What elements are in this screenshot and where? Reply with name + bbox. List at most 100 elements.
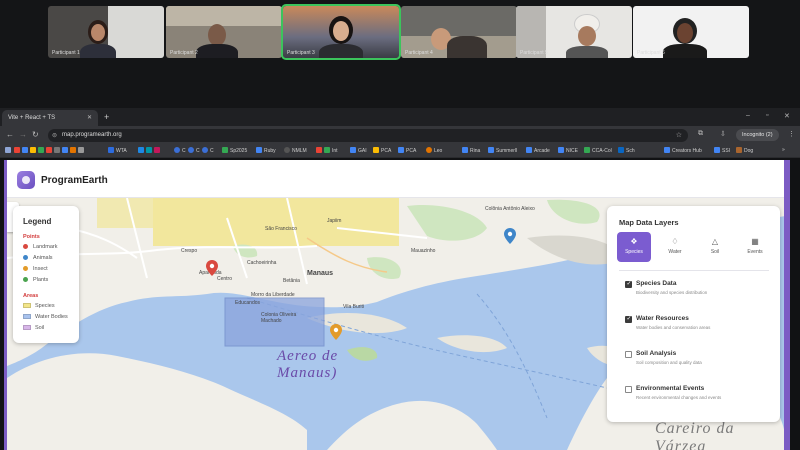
bookmark-icon-group[interactable] xyxy=(14,147,86,154)
tab-events[interactable]: ▦ Events xyxy=(738,232,772,262)
legend-item-species: Species xyxy=(23,303,55,309)
river-label: Aereo de Manaus) xyxy=(277,348,339,381)
soil-analysis-checkbox[interactable] xyxy=(625,351,632,358)
map-label: Vila Buriti xyxy=(343,304,365,310)
map-canvas[interactable]: Colônia Antônio Aleixo Centro Cachoeirin… xyxy=(7,198,784,450)
menu-icon[interactable]: ⋮ xyxy=(788,130,795,138)
layer-title: Water Resources xyxy=(636,315,689,322)
participant-name: Participant 6 xyxy=(637,50,665,56)
close-tab-icon[interactable]: ✕ xyxy=(87,114,92,121)
map-label-city: Manaus xyxy=(307,270,334,277)
layer-title: Species Data xyxy=(636,280,677,287)
water-resources-checkbox[interactable] xyxy=(625,315,632,323)
plants-dot-icon xyxy=(23,277,28,282)
map-label: Japiim xyxy=(327,218,342,224)
bookmark-sp2025[interactable]: Sp2025 xyxy=(222,147,247,154)
extensions-icon[interactable]: ⧉ xyxy=(698,130,703,138)
bookmark-wta[interactable]: WTA xyxy=(108,147,127,154)
bookmark-rina[interactable]: Rina xyxy=(462,147,480,154)
bookmark-cca-col[interactable]: CCA-Col xyxy=(584,147,612,154)
browser-toolbar: ← → ↻ ⊜ map.programearth.org ☆ ⧉ ⇩ Incog… xyxy=(0,126,800,144)
bookmark-star-icon[interactable]: ☆ xyxy=(676,131,682,139)
layer-row-soil-analysis[interactable]: Soil Analysis Soil composition and quali… xyxy=(625,350,775,370)
divider xyxy=(619,270,769,271)
map-label: Cachoeirinha xyxy=(247,260,277,266)
participant-tile[interactable]: Participant 1 xyxy=(48,6,164,58)
species-data-checkbox[interactable] xyxy=(625,280,632,288)
browser-tab-bar: Vite + React + TS ✕ + – ▫ ✕ xyxy=(0,108,800,126)
app-title: ProgramEarth xyxy=(41,175,108,186)
participant-name: Participant 1 xyxy=(52,50,80,56)
bookmark-arcade[interactable]: Arcade xyxy=(526,147,550,154)
participant-tile[interactable]: Participant 4 xyxy=(401,6,517,58)
apps-icon[interactable] xyxy=(5,147,11,153)
maximize-icon[interactable]: ▫ xyxy=(766,112,768,119)
incognito-badge[interactable]: Incognito (2) xyxy=(736,129,779,141)
layer-row-species-data[interactable]: Species Data Biodiversity and species di… xyxy=(625,280,775,300)
bookmark-pca[interactable]: PCA xyxy=(373,147,391,154)
insect-marker-icon[interactable] xyxy=(330,324,342,340)
animals-marker-icon[interactable] xyxy=(504,228,516,244)
tab-water[interactable]: ♢ Water xyxy=(658,232,692,262)
bookmark-c[interactable]: C xyxy=(174,147,186,154)
legend-item-water-bodies: Water Bodies xyxy=(23,314,68,320)
tab-title: Vite + React + TS xyxy=(8,115,56,121)
video-call-strip: Participant 1 Participant 2 Participant … xyxy=(0,0,800,108)
site-info-icon[interactable]: ⊜ xyxy=(52,132,57,139)
participant-tile[interactable]: Participant 5 xyxy=(516,6,632,58)
bookmark-ruby[interactable]: Ruby xyxy=(256,147,276,154)
minimize-icon[interactable]: – xyxy=(746,112,750,119)
more-bookmarks-icon[interactable]: » xyxy=(782,147,785,153)
tab-species[interactable]: ❖ Species xyxy=(617,232,651,262)
browser-tab[interactable]: Vite + React + TS ✕ xyxy=(2,110,98,126)
layer-description: Water bodies and conservation areas xyxy=(636,325,711,330)
layer-row-water-resources[interactable]: Water Resources Water bodies and conserv… xyxy=(625,315,775,335)
bookmark-int[interactable]: Int xyxy=(316,147,338,154)
environmental-events-checkbox[interactable] xyxy=(625,386,632,393)
forward-icon[interactable]: → xyxy=(19,130,27,139)
legend-item-plants: Plants xyxy=(23,277,48,283)
bookmark-summerll[interactable]: Summerll xyxy=(488,147,517,154)
downloads-icon[interactable]: ⇩ xyxy=(720,130,726,138)
layer-title: Soil Analysis xyxy=(636,350,677,357)
bookmark-gai[interactable]: GAI xyxy=(350,147,367,154)
bookmark-dog[interactable]: Dog xyxy=(736,147,753,154)
participant-name: Participant 4 xyxy=(405,50,433,56)
layer-title: Environmental Events xyxy=(636,385,705,392)
participant-tile[interactable]: Participant 6 xyxy=(633,6,749,58)
bookmark-c[interactable]: C xyxy=(188,147,200,154)
app-window: ProgramEarth Colônia Antônio Aleixo Cent… xyxy=(4,160,790,450)
back-icon[interactable]: ← xyxy=(6,130,14,139)
bookmark-sch[interactable]: Sch xyxy=(618,147,635,154)
legend-item-soil: Soil xyxy=(23,325,44,331)
bookmark-pca-2[interactable]: PCA xyxy=(398,147,416,154)
participant-name: Participant 3 xyxy=(287,50,315,56)
bookmark-nmlm[interactable]: NMLM xyxy=(284,147,307,154)
insect-dot-icon xyxy=(23,266,28,271)
legend-panel: Legend Points Landmark Animals Insect Pl… xyxy=(13,206,79,343)
participant-tile-active[interactable]: Participant 3 xyxy=(281,4,401,60)
reload-icon[interactable]: ↻ xyxy=(32,130,39,139)
bookmark-c[interactable]: C xyxy=(202,147,214,154)
layer-description: Biodiversity and species distribution xyxy=(636,290,708,295)
tab-soil[interactable]: △ Soil xyxy=(698,232,732,262)
participant-tile[interactable]: Participant 2 xyxy=(166,6,282,58)
layer-description: Soil composition and quality data xyxy=(636,360,702,365)
droplet-icon: ♢ xyxy=(671,237,679,246)
map-label: Centro xyxy=(217,276,233,282)
bookmark-nice[interactable]: NICE xyxy=(558,147,578,154)
app-header: ProgramEarth xyxy=(7,160,784,198)
map-label: Crespo xyxy=(181,248,198,254)
bookmark-ssi[interactable]: SSI xyxy=(714,147,730,154)
close-window-icon[interactable]: ✕ xyxy=(784,112,790,120)
landmark-marker-icon[interactable] xyxy=(206,260,218,276)
layer-description: Recent environmental changes and events xyxy=(636,395,722,400)
legend-item-animals: Animals xyxy=(23,255,53,261)
bookmark-creators-hub[interactable]: Creators Hub xyxy=(664,147,702,154)
layer-row-environmental-events[interactable]: Environmental Events Recent environmenta… xyxy=(625,385,775,405)
legend-areas-heading: Areas xyxy=(23,293,39,299)
new-tab-button[interactable]: + xyxy=(104,112,109,122)
address-bar[interactable]: ⊜ map.programearth.org ☆ xyxy=(48,129,688,142)
bookmark-leo[interactable]: Leo xyxy=(426,147,442,154)
bookmark-icon-group-2[interactable] xyxy=(138,147,162,154)
